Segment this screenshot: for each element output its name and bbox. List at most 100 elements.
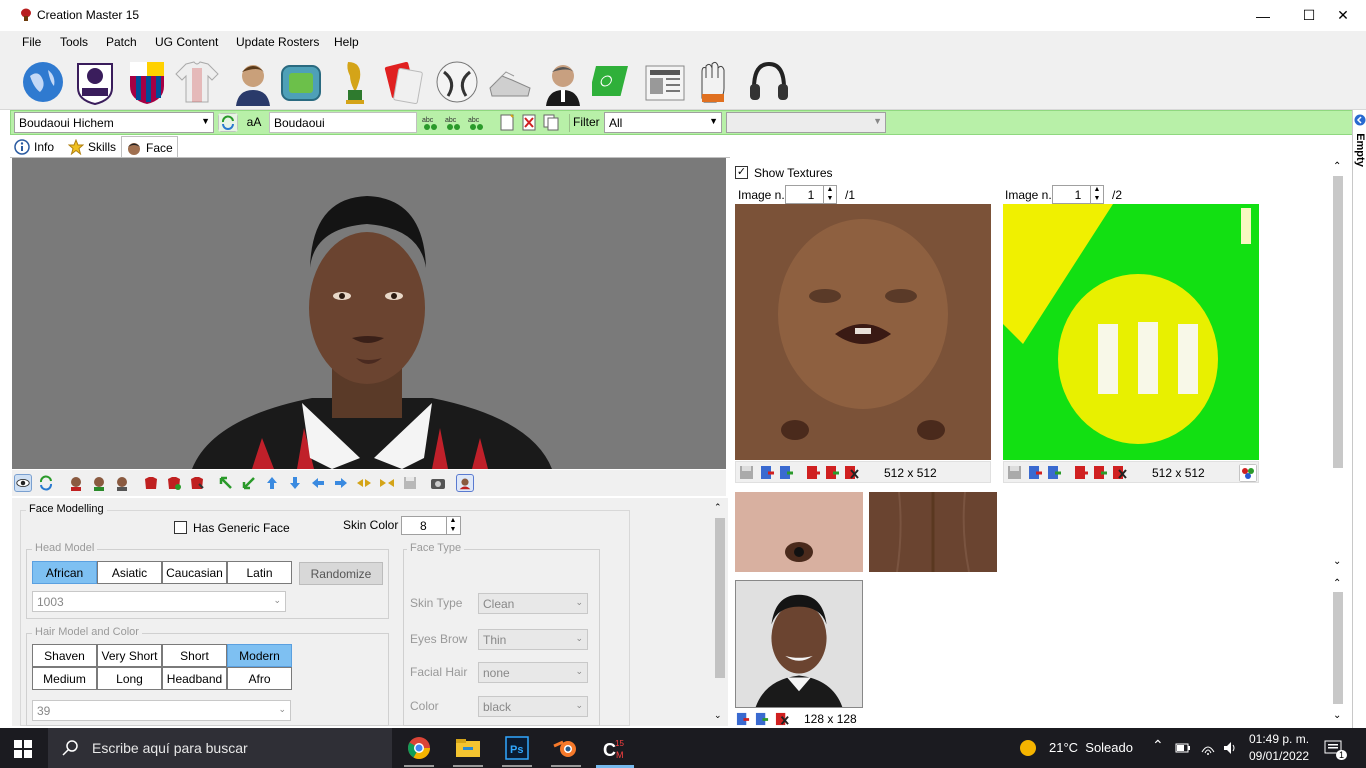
- import-icon[interactable]: [1028, 465, 1043, 480]
- menu-ug-content[interactable]: UG Content: [155, 35, 218, 49]
- search-abc-icon[interactable]: abc: [421, 113, 441, 132]
- chevron-up-icon[interactable]: ⌃: [1152, 737, 1164, 754]
- kit-render-icon[interactable]: [456, 474, 474, 492]
- zoom-in-icon[interactable]: [355, 474, 373, 492]
- import-icon[interactable]: [760, 465, 775, 480]
- minimize-button[interactable]: —: [1240, 0, 1286, 31]
- import-red-icon[interactable]: [806, 465, 821, 480]
- export-green-icon[interactable]: [825, 465, 840, 480]
- head-front-icon[interactable]: [67, 474, 85, 492]
- arrow-down-left-icon[interactable]: [240, 474, 258, 492]
- copy-icon[interactable]: [541, 113, 561, 132]
- hair-medium-button[interactable]: Medium: [32, 667, 97, 690]
- has-generic-face-checkbox[interactable]: [174, 521, 187, 534]
- remove-icon[interactable]: [844, 465, 859, 480]
- barcelona-crest-icon[interactable]: [124, 58, 170, 106]
- skin-type-select[interactable]: Clean ⌄: [478, 593, 588, 614]
- color-palette-icon[interactable]: [1239, 464, 1257, 482]
- file-explorer-icon[interactable]: [453, 734, 483, 762]
- pitch-icon[interactable]: [592, 58, 638, 106]
- face-modelling-scrollbar[interactable]: ⌃ ⌄: [712, 498, 728, 726]
- remove-icon[interactable]: [1112, 465, 1127, 480]
- menu-help[interactable]: Help: [334, 35, 359, 49]
- tab-skills[interactable]: Skills: [64, 136, 120, 158]
- new-icon[interactable]: [497, 113, 517, 132]
- arrow-down-icon[interactable]: [286, 474, 304, 492]
- hair-shaven-button[interactable]: Shaven: [32, 644, 97, 667]
- globe-icon[interactable]: [20, 58, 66, 106]
- color-select[interactable]: black ⌄: [478, 696, 588, 717]
- headphones-icon[interactable]: [746, 58, 792, 106]
- player-icon[interactable]: [230, 58, 276, 106]
- stepper-arrows-icon[interactable]: ▲ ▼: [446, 516, 459, 535]
- sun-weather-icon[interactable]: [1019, 739, 1037, 757]
- filter-combo[interactable]: All ▼: [604, 112, 722, 133]
- tab-info[interactable]: Info: [10, 136, 58, 158]
- randomize-button[interactable]: Randomize: [299, 562, 383, 585]
- export-icon[interactable]: [779, 465, 794, 480]
- save-icon[interactable]: [1007, 465, 1022, 480]
- refresh-icon[interactable]: [218, 113, 238, 132]
- export-green-icon[interactable]: [1093, 465, 1108, 480]
- hair-id-combo[interactable]: 39 ⌄: [32, 700, 291, 721]
- scroll-down-icon[interactable]: ⌄: [714, 710, 722, 721]
- refresh-icon[interactable]: [37, 474, 55, 492]
- head-latin-button[interactable]: Latin: [227, 561, 292, 584]
- cards-icon[interactable]: [380, 58, 426, 106]
- close-button[interactable]: ✕: [1320, 0, 1366, 31]
- player-combo[interactable]: Boudaoui Hichem ▼: [14, 112, 214, 133]
- shirt-side-icon[interactable]: [188, 474, 206, 492]
- boots-icon[interactable]: [486, 58, 532, 106]
- stepper-arrows-icon[interactable]: ▲ ▼: [823, 185, 836, 204]
- world-cup-trophy-icon[interactable]: [332, 58, 378, 106]
- export-icon[interactable]: [1047, 465, 1062, 480]
- menu-update-rosters[interactable]: Update Rosters: [236, 35, 319, 49]
- chrome-icon[interactable]: [404, 734, 434, 762]
- windows-start-icon[interactable]: [14, 740, 32, 758]
- scrollbar-thumb[interactable]: [715, 518, 725, 678]
- stadium-icon[interactable]: [278, 58, 324, 106]
- premier-league-icon[interactable]: [72, 58, 118, 106]
- volume-icon[interactable]: [1222, 740, 1238, 756]
- head-asiatic-button[interactable]: Asiatic: [97, 561, 162, 584]
- newspaper-icon[interactable]: [642, 58, 688, 106]
- gloves-icon[interactable]: [694, 58, 740, 106]
- arrow-right-icon[interactable]: [332, 474, 350, 492]
- search-input[interactable]: Boudaoui: [269, 112, 417, 133]
- scroll-down-icon[interactable]: ⌄: [1333, 710, 1341, 721]
- save-icon[interactable]: [401, 474, 419, 492]
- menu-file[interactable]: File: [22, 35, 41, 49]
- scroll-up-icon[interactable]: ⌃: [714, 502, 722, 513]
- scroll-up-icon[interactable]: ⌃: [1333, 578, 1341, 589]
- hair-short-button[interactable]: Short: [162, 644, 227, 667]
- taskbar-time[interactable]: 01:49 p. m.: [1249, 732, 1309, 746]
- battery-icon[interactable]: [1175, 741, 1191, 755]
- taskbar-search-box[interactable]: Escribe aquí para buscar: [48, 728, 392, 768]
- shirt-front-icon[interactable]: [142, 474, 160, 492]
- manager-icon[interactable]: [540, 58, 586, 106]
- side-panel[interactable]: Empty: [1352, 110, 1366, 728]
- delete-icon[interactable]: [519, 113, 539, 132]
- head-caucasian-button[interactable]: Caucasian: [162, 561, 227, 584]
- blender-icon[interactable]: [551, 734, 581, 762]
- hair-afro-button[interactable]: Afro: [227, 667, 292, 690]
- collapse-icon[interactable]: [1354, 114, 1366, 126]
- secondary-filter-combo[interactable]: ▼: [726, 112, 886, 133]
- import-icon[interactable]: [736, 712, 750, 726]
- import-red-icon[interactable]: [1074, 465, 1089, 480]
- case-sensitive-toggle[interactable]: aA: [244, 113, 264, 132]
- search-abc-prev-icon[interactable]: abc: [444, 113, 464, 132]
- hair-very-short-button[interactable]: Very Short: [97, 644, 162, 667]
- head-right-icon[interactable]: [113, 474, 131, 492]
- hair-modern-button[interactable]: Modern: [227, 644, 292, 667]
- arrow-up-left-icon[interactable]: [217, 474, 235, 492]
- scrollbar-thumb[interactable]: [1333, 592, 1343, 704]
- menu-tools[interactable]: Tools: [60, 35, 88, 49]
- facial-hair-select[interactable]: none ⌄: [478, 662, 588, 683]
- zoom-out-icon[interactable]: [378, 474, 396, 492]
- creation-master-icon[interactable]: C 15M: [600, 734, 630, 762]
- hair-headband-button[interactable]: Headband: [162, 667, 227, 690]
- wifi-icon[interactable]: [1200, 740, 1216, 756]
- jersey-icon[interactable]: [174, 58, 220, 106]
- taskbar-date[interactable]: 09/01/2022: [1249, 749, 1309, 763]
